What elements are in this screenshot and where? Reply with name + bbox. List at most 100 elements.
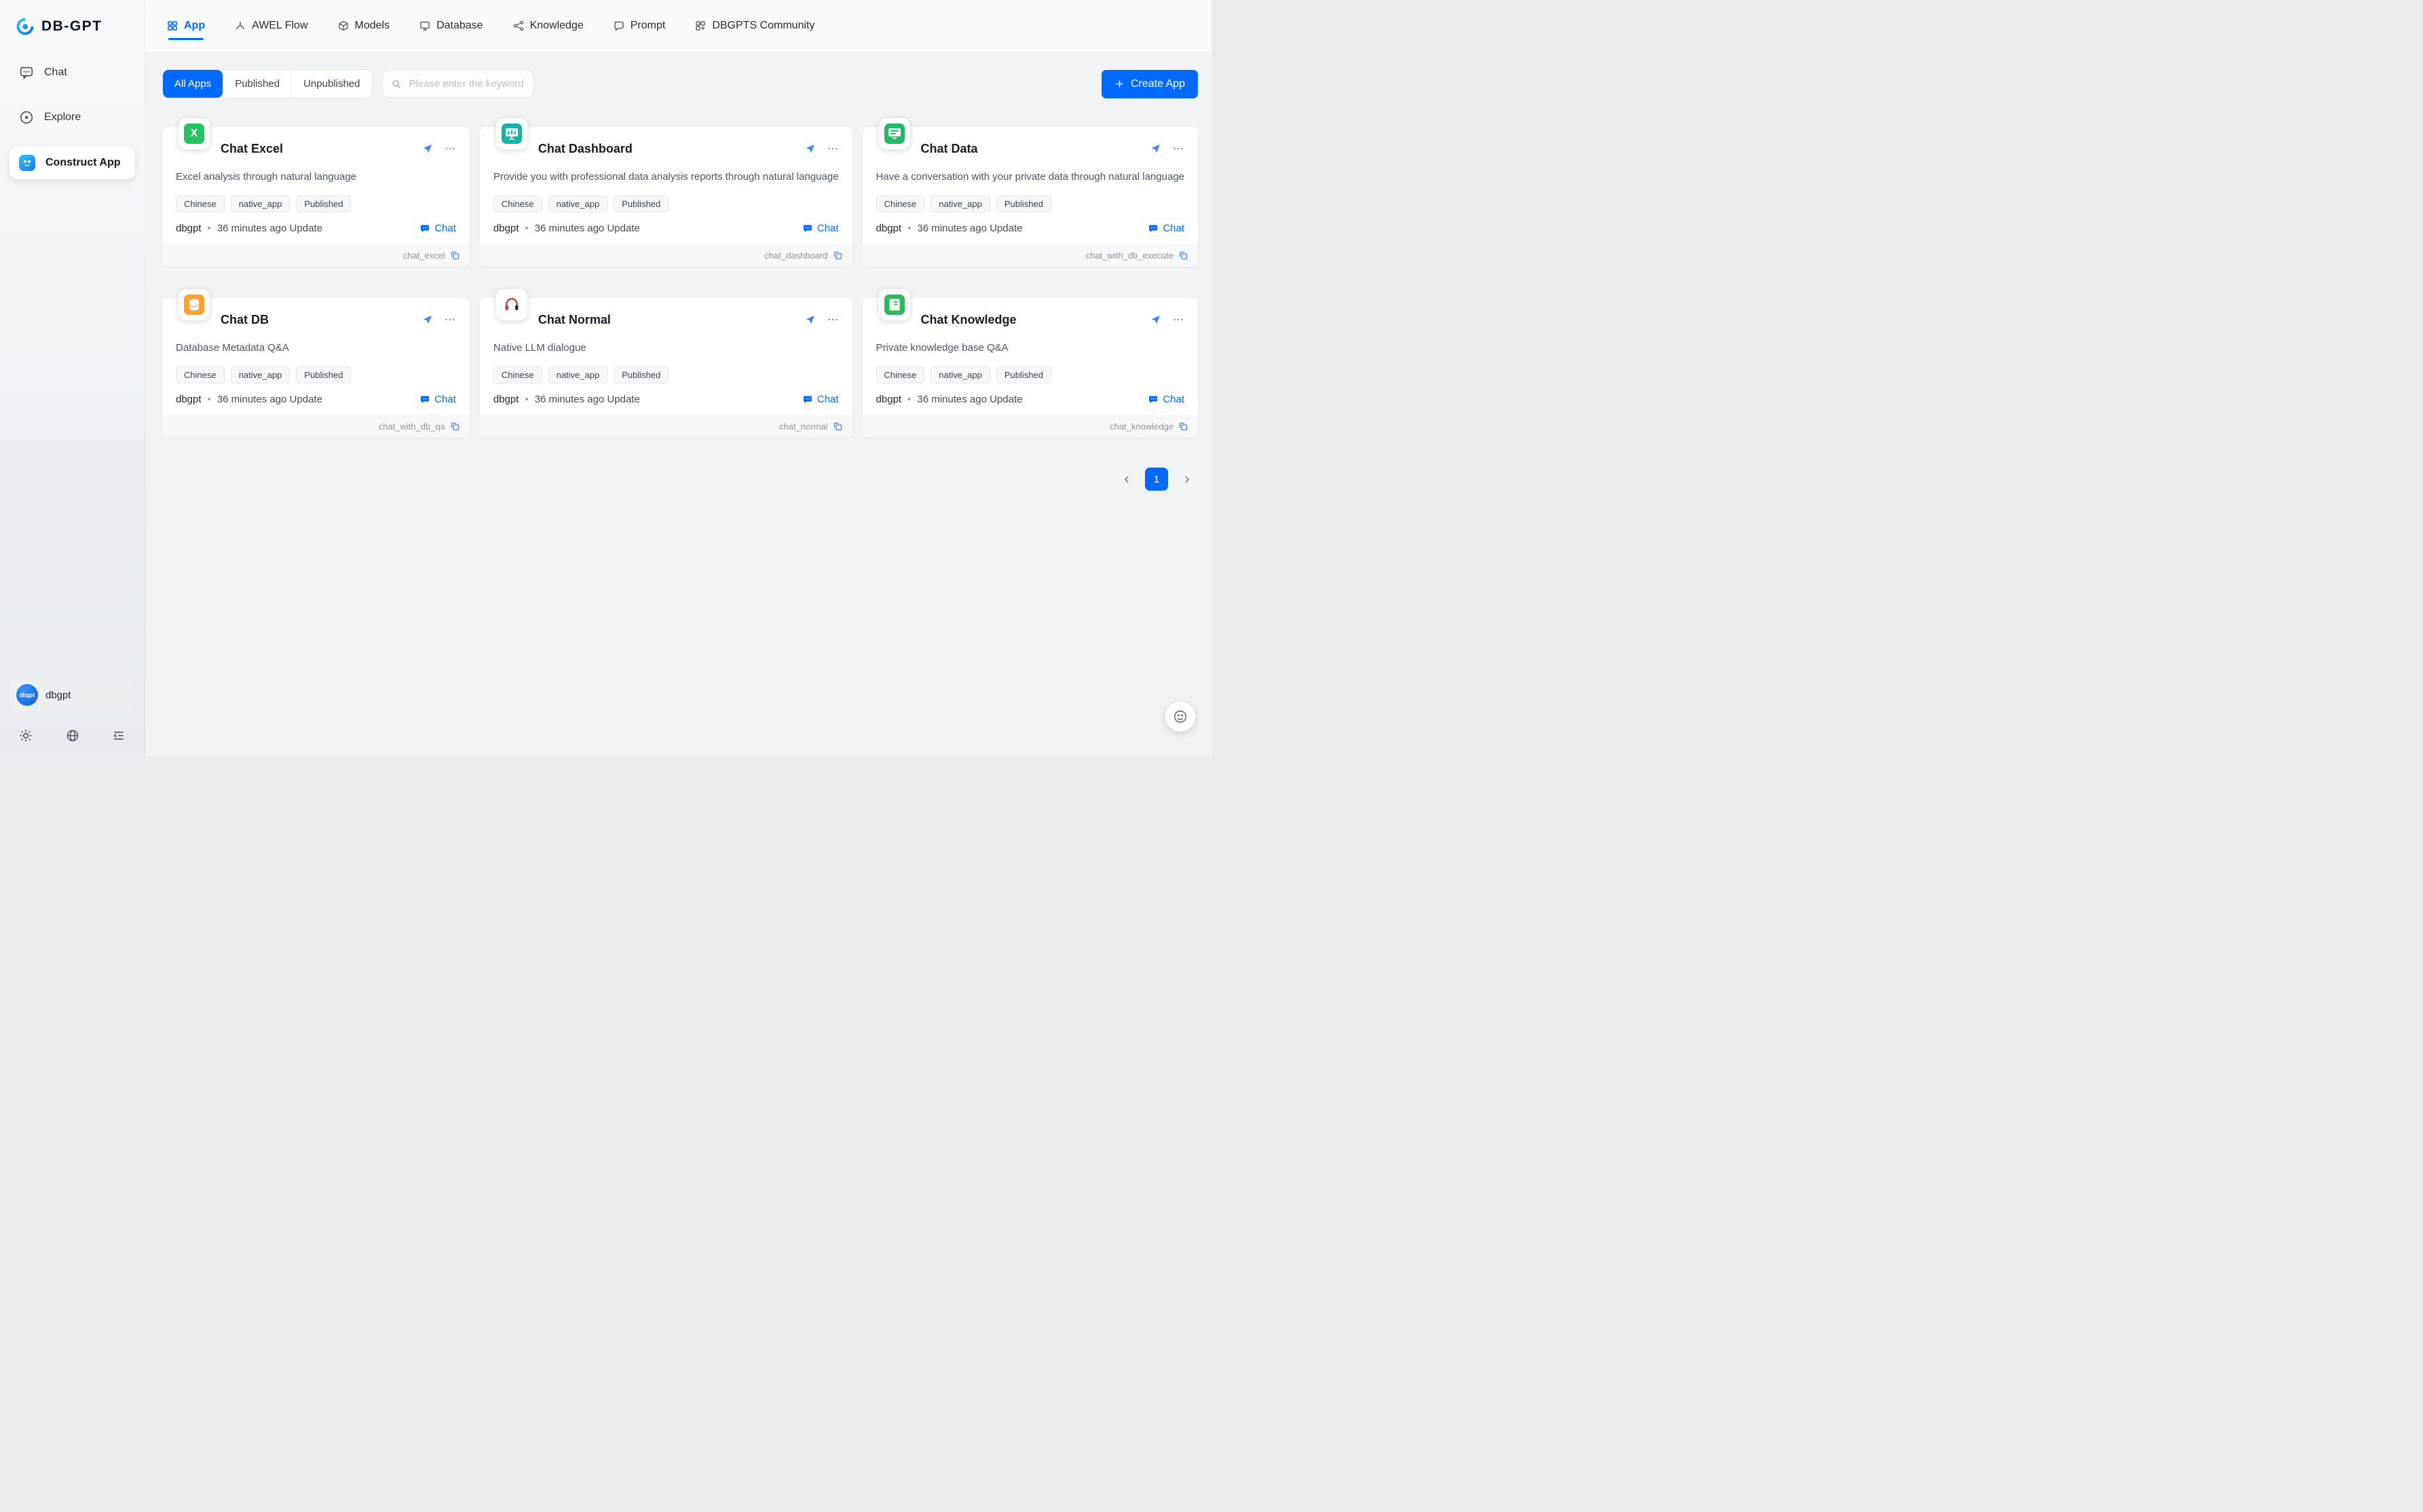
content: All Apps Published Unpublished Create Ap… — [145, 52, 1212, 756]
app-card-chat-data[interactable]: Chat Data Have a conversation with your … — [863, 127, 1198, 267]
tab-dbgpts-community[interactable]: DBGPTS Community — [695, 0, 814, 52]
chat-button[interactable]: Chat — [802, 223, 839, 234]
tag: Published — [996, 366, 1051, 383]
app-card-chat-db[interactable]: Chat DB Database Metadata Q&A Chinese na… — [162, 298, 470, 438]
chat-button[interactable]: Chat — [419, 394, 456, 405]
tab-label: App — [184, 20, 205, 32]
sidebar-item-explore[interactable]: Explore — [10, 102, 135, 133]
owner-name: dbgpt — [876, 223, 902, 234]
app-card-title: Chat Knowledge — [921, 313, 1017, 327]
more-menu-icon[interactable] — [444, 143, 456, 155]
tab-label: Models — [355, 20, 390, 32]
card-footer: chat_excel — [162, 244, 470, 267]
tab-knowledge[interactable]: Knowledge — [513, 0, 584, 52]
app-card-title: Chat Excel — [221, 142, 283, 156]
filter-published[interactable]: Published — [223, 70, 291, 98]
more-menu-icon[interactable] — [827, 314, 839, 326]
knowledge-app-icon — [879, 289, 910, 320]
updated-time: 36 minutes ago Update — [535, 394, 640, 405]
tag: Chinese — [176, 195, 225, 212]
share-icon[interactable] — [421, 143, 434, 155]
tag: Chinese — [876, 195, 925, 212]
scene-name: chat_normal — [779, 421, 828, 432]
copy-icon[interactable] — [833, 421, 843, 432]
chat-button[interactable]: Chat — [1148, 223, 1184, 234]
share-icon[interactable] — [1150, 314, 1162, 326]
more-menu-icon[interactable] — [1172, 314, 1184, 326]
search-input[interactable] — [408, 77, 525, 90]
copy-icon[interactable] — [450, 250, 460, 261]
tag: Published — [996, 195, 1051, 212]
tag: native_app — [231, 195, 290, 212]
theme-sun-icon[interactable] — [19, 729, 33, 742]
app-card-description: Excel analysis through natural language — [176, 171, 456, 183]
create-app-button[interactable]: Create App — [1102, 70, 1198, 98]
tag: native_app — [931, 195, 990, 212]
app-card-title: Chat Dashboard — [538, 142, 633, 156]
copy-icon[interactable] — [1178, 421, 1188, 432]
tab-app[interactable]: App — [167, 0, 205, 52]
feedback-smiley-button[interactable] — [1165, 702, 1195, 732]
share-icon[interactable] — [804, 143, 816, 155]
language-globe-icon[interactable] — [66, 729, 79, 742]
filter-all-apps[interactable]: All Apps — [163, 70, 223, 98]
chat-bubble-icon — [419, 394, 430, 405]
create-app-label: Create App — [1131, 78, 1185, 90]
tab-models[interactable]: Models — [338, 0, 390, 52]
copy-icon[interactable] — [833, 250, 843, 261]
sidebar-item-chat[interactable]: Chat — [10, 57, 135, 88]
filter-row: All Apps Published Unpublished Create Ap… — [162, 69, 1198, 98]
filter-unpublished[interactable]: Unpublished — [291, 70, 371, 98]
main-area: App AWEL Flow Models Database Knowledge … — [145, 0, 1212, 756]
user-profile[interactable]: dbgpt dbgpt — [10, 679, 135, 711]
owner-name: dbgpt — [176, 394, 202, 405]
app-card-description: Database Metadata Q&A — [176, 342, 456, 354]
chat-bubble-icon — [802, 394, 813, 405]
copy-icon[interactable] — [450, 421, 460, 432]
chat-button-label: Chat — [1163, 223, 1184, 234]
sidebar: DB-GPT Chat Explore Construct App — [0, 0, 145, 756]
copy-icon[interactable] — [1178, 250, 1188, 261]
card-meta: dbgpt • 36 minutes ago Update Chat — [876, 394, 1184, 405]
prev-page-button[interactable] — [1115, 468, 1138, 491]
updated-time: 36 minutes ago Update — [217, 394, 322, 405]
more-menu-icon[interactable] — [827, 143, 839, 155]
chat-button[interactable]: Chat — [1148, 394, 1184, 405]
app-card-description: Provide you with professional data analy… — [493, 171, 839, 183]
chat-bubble-icon — [419, 223, 430, 234]
next-page-button[interactable] — [1175, 468, 1198, 491]
updated-time: 36 minutes ago Update — [917, 394, 1022, 405]
more-menu-icon[interactable] — [1172, 143, 1184, 155]
share-icon[interactable] — [804, 314, 816, 326]
app-card-description: Have a conversation with your private da… — [876, 171, 1184, 183]
app-card-chat-excel[interactable]: X Chat Excel Excel analysis through natu… — [162, 127, 470, 267]
tab-label: DBGPTS Community — [712, 20, 814, 32]
share-icon[interactable] — [421, 314, 434, 326]
sidebar-nav: Chat Explore Construct App — [10, 57, 135, 193]
updated-time: 36 minutes ago Update — [217, 223, 322, 234]
share-icon[interactable] — [1150, 143, 1162, 155]
app-card-chat-dashboard[interactable]: Chat Dashboard Provide you with professi… — [480, 127, 852, 267]
chat-button[interactable]: Chat — [802, 394, 839, 405]
app-card-chat-normal[interactable]: Chat Normal Native LLM dialogue Chinese … — [480, 298, 852, 438]
page-number-button[interactable]: 1 — [1145, 468, 1168, 491]
sidebar-item-construct-app[interactable]: Construct App — [10, 147, 135, 179]
tag: Published — [614, 366, 669, 383]
tab-awel-flow[interactable]: AWEL Flow — [235, 0, 307, 52]
sidebar-bottom: dbgpt dbgpt — [10, 679, 135, 745]
scene-name: chat_dashboard — [764, 250, 827, 261]
card-footer: chat_with_db_qa — [162, 415, 470, 438]
owner-name: dbgpt — [876, 394, 902, 405]
chat-button-label: Chat — [817, 394, 839, 405]
card-footer: chat_with_db_execute — [863, 244, 1198, 267]
more-menu-icon[interactable] — [444, 314, 456, 326]
chat-button[interactable]: Chat — [419, 223, 456, 234]
app-card-chat-knowledge[interactable]: Chat Knowledge Private knowledge base Q&… — [863, 298, 1198, 438]
tab-prompt[interactable]: Prompt — [614, 0, 666, 52]
plus-icon — [1114, 79, 1125, 89]
tab-database[interactable]: Database — [419, 0, 483, 52]
app-card-title: Chat Data — [921, 142, 978, 156]
app-cards-grid: X Chat Excel Excel analysis through natu… — [162, 127, 1198, 438]
chat-button-label: Chat — [434, 394, 456, 405]
collapse-sidebar-icon[interactable] — [112, 729, 126, 742]
